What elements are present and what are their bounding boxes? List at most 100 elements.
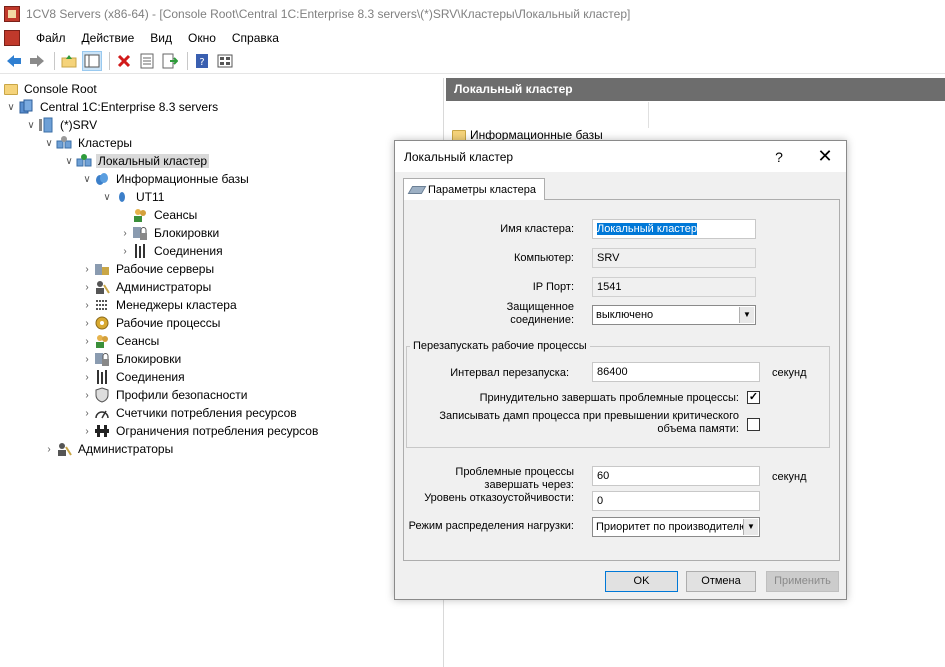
cluster-name-label: Имя кластера: [500, 223, 574, 235]
limits-icon [94, 423, 110, 439]
chevron-right-icon[interactable]: › [80, 354, 94, 365]
delete-icon[interactable] [114, 51, 134, 71]
load-balance-select[interactable]: Приоритет по производителю ▼ [592, 517, 760, 537]
toolbar-separator [187, 52, 188, 70]
menu-window[interactable]: Окно [180, 28, 224, 48]
chevron-right-icon[interactable]: › [42, 444, 56, 455]
dialog-title: Локальный кластер [404, 150, 514, 164]
result-pane-header: Локальный кластер [446, 78, 945, 101]
chevron-down-icon[interactable]: ∨ [100, 192, 114, 203]
chevron-right-icon[interactable]: › [118, 246, 132, 257]
tree-item-sessions[interactable]: › Сеансы [80, 332, 161, 350]
back-icon[interactable] [4, 51, 24, 71]
show-tree-icon[interactable] [82, 51, 102, 71]
folder-up-icon[interactable] [59, 51, 79, 71]
tree-item-ut11-sessions[interactable]: Сеансы [132, 206, 199, 224]
force-terminate-label: Принудительно завершать проблемные проце… [479, 392, 739, 404]
restart-interval-input[interactable]: 86400 [592, 362, 760, 382]
chevron-right-icon[interactable]: › [80, 390, 94, 401]
forward-icon[interactable] [27, 51, 47, 71]
locks-icon [94, 351, 110, 367]
tree-item-central-servers[interactable]: ∨ Central 1C:Enterprise 8.3 servers [4, 98, 220, 116]
properties-icon[interactable] [137, 51, 157, 71]
app-icon [4, 6, 20, 22]
chevron-down-icon[interactable]: ▼ [743, 519, 758, 535]
window-titlebar: 1CV8 Servers (x86-64) - [Console Root\Ce… [0, 0, 945, 28]
fault-tolerance-input[interactable]: 0 [592, 491, 760, 511]
window-title: 1CV8 Servers (x86-64) - [Console Root\Ce… [26, 7, 631, 21]
cancel-button[interactable]: Отмена [686, 571, 756, 592]
tree-item-ut11[interactable]: ∨ UT11 [100, 188, 166, 206]
cluster-name-input[interactable]: Локальный кластер [592, 219, 756, 239]
chevron-right-icon[interactable]: › [80, 372, 94, 383]
export-list-icon[interactable] [160, 51, 180, 71]
chevron-right-icon[interactable]: › [80, 300, 94, 311]
tree-item-ut11-connections[interactable]: › Соединения [118, 242, 225, 260]
tree-item-cluster-managers[interactable]: › Менеджеры кластера [80, 296, 239, 314]
connections-icon [94, 369, 110, 385]
tree-item-infobases[interactable]: ∨ Информационные базы [80, 170, 251, 188]
tree-item-local-cluster[interactable]: ∨ Локальный кластер [62, 152, 210, 170]
tab-cluster-parameters[interactable]: Параметры кластера [403, 178, 545, 200]
database-group-icon [94, 171, 110, 187]
tree-item-connections[interactable]: › Соединения [80, 368, 187, 386]
connections-icon [132, 243, 148, 259]
menu-view[interactable]: Вид [142, 28, 180, 48]
console-tree[interactable]: Console Root ∨ Central 1C:Enterprise 8.3… [0, 78, 444, 667]
chevron-down-icon[interactable]: ∨ [24, 120, 38, 131]
view-pane-icon[interactable] [215, 51, 235, 71]
servers-group-icon [18, 99, 34, 115]
system-menu-icon[interactable] [4, 30, 20, 46]
help-button[interactable]: ? [767, 146, 791, 168]
working-servers-icon [94, 261, 110, 277]
chevron-right-icon[interactable]: › [80, 264, 94, 275]
tree-item-clusters[interactable]: ∨ Кластеры [42, 134, 134, 152]
tree-item-administrators[interactable]: › Администраторы [80, 278, 213, 296]
tree-item-server-administrators[interactable]: › Администраторы [42, 440, 175, 458]
tree-item-ut11-locks[interactable]: › Блокировки [118, 224, 221, 242]
chevron-right-icon[interactable]: › [80, 426, 94, 437]
ip-port-field: 1541 [592, 277, 756, 297]
tree-item-resource-counters[interactable]: › Счетчики потребления ресурсов [80, 404, 299, 422]
column-divider[interactable] [648, 102, 649, 128]
chevron-down-icon[interactable]: ∨ [42, 138, 56, 149]
problem-processes-input[interactable]: 60 [592, 466, 760, 486]
help-icon[interactable]: ? [192, 51, 212, 71]
tree-item-srv[interactable]: ∨ (*)SRV [24, 116, 99, 134]
secure-connection-select[interactable]: выключено ▼ [592, 305, 756, 325]
tree-item-resource-limits[interactable]: › Ограничения потребления ресурсов [80, 422, 320, 440]
tree-item-locks[interactable]: › Блокировки [80, 350, 183, 368]
tree-item-security-profiles[interactable]: › Профили безопасности [80, 386, 249, 404]
problem-processes-label: Проблемные процессы завершать через: [455, 466, 574, 491]
cluster-icon [76, 153, 92, 169]
force-terminate-checkbox[interactable]: ✓ [747, 391, 760, 404]
tree-item-working-processes[interactable]: › Рабочие процессы [80, 314, 222, 332]
chevron-right-icon[interactable]: › [80, 336, 94, 347]
chevron-down-icon[interactable]: ∨ [80, 174, 94, 185]
sessions-icon [132, 207, 148, 223]
apply-button[interactable]: Применить [766, 571, 839, 592]
chevron-right-icon[interactable]: › [80, 282, 94, 293]
locks-icon [132, 225, 148, 241]
tree-item-working-servers[interactable]: › Рабочие серверы [80, 260, 216, 278]
menu-bar: Файл Действие Вид Окно Справка [0, 28, 945, 48]
tree-item-console-root[interactable]: Console Root [4, 80, 99, 98]
fault-tolerance-label: Уровень отказоустойчивости: [424, 492, 574, 504]
menu-help[interactable]: Справка [224, 28, 287, 48]
chevron-down-icon[interactable]: ▼ [739, 307, 754, 323]
eraser-icon [407, 185, 427, 194]
chevron-right-icon[interactable]: › [118, 228, 132, 239]
chevron-down-icon[interactable]: ∨ [4, 102, 18, 113]
menu-file[interactable]: Файл [28, 28, 74, 48]
close-button[interactable]: ✕ [813, 145, 837, 167]
ok-button[interactable]: OK [605, 571, 678, 592]
chevron-right-icon[interactable]: › [80, 318, 94, 329]
restart-interval-label: Интервал перезапуска: [450, 367, 569, 379]
restart-interval-unit: секунд [772, 367, 807, 379]
checkmark-icon: ✓ [748, 391, 759, 403]
dump-label: Записывать дамп процесса при превышении … [439, 410, 739, 435]
dump-checkbox[interactable] [747, 418, 760, 431]
chevron-down-icon[interactable]: ∨ [62, 156, 76, 167]
menu-action[interactable]: Действие [74, 28, 143, 48]
chevron-right-icon[interactable]: › [80, 408, 94, 419]
